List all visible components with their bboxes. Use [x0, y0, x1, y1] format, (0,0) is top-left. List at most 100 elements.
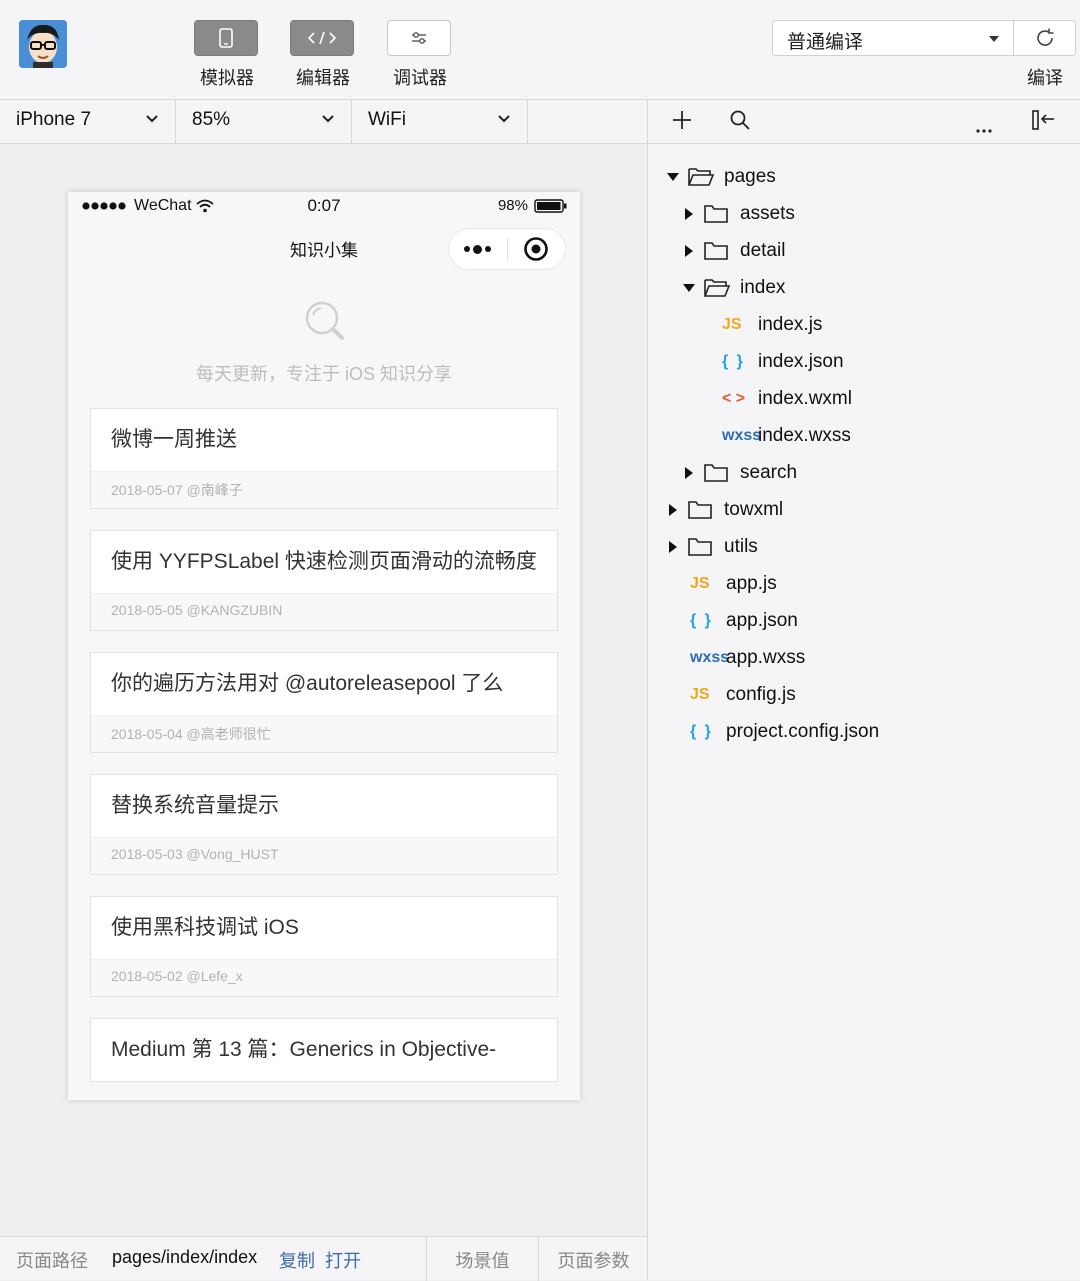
top-toolbar: 模拟器 编辑器 调试器 普通编译 编译 [0, 0, 1080, 100]
article-title: 使用黑科技调试 iOS [111, 916, 299, 939]
article-card[interactable]: 使用 YYFPSLabel 快速检测页面滑动的流畅度 2018-05-05 @K… [90, 530, 558, 631]
caret-down-icon [989, 36, 999, 42]
caret-right-icon [682, 467, 696, 479]
tree-file-index-wxml[interactable]: < > index.wxml [722, 381, 852, 417]
more-icon[interactable] [976, 120, 992, 138]
article-card[interactable]: 替换系统音量提示 2018-05-03 @Vong_HUST [90, 774, 558, 875]
tree-label: config.js [726, 684, 796, 705]
folder-icon [688, 537, 716, 557]
page-path-bar: 页面路径 pages/index/index 复制 打开 场景值 页面参数 [0, 1236, 648, 1281]
device-select[interactable]: iPhone 7 [0, 100, 176, 144]
article-title: 替换系统音量提示 [111, 794, 279, 817]
network-select[interactable]: WiFi [352, 100, 528, 144]
tree-folder-pages[interactable]: pages [666, 159, 776, 195]
tree-file-index-json[interactable]: { } index.json [722, 344, 844, 380]
page-params-button[interactable]: 页面参数 [538, 1237, 648, 1281]
tree-label: utils [724, 536, 758, 557]
article-card[interactable]: Medium 第 13 篇：Generics in Objective- [90, 1018, 558, 1082]
folder-icon [704, 241, 732, 261]
article-title: 使用 YYFPSLabel 快速检测页面滑动的流畅度 [111, 550, 537, 573]
tree-file-index-js[interactable]: JS index.js [722, 307, 822, 343]
tree-file-config-js[interactable]: JS config.js [690, 677, 796, 713]
tree-file-index-wxss[interactable]: wxss index.wxss [722, 418, 851, 454]
add-file-icon[interactable] [672, 110, 692, 135]
page-path-value: pages/index/index [112, 1247, 258, 1267]
caret-right-icon [666, 504, 680, 516]
compile-label: 编译 [1027, 68, 1063, 88]
editor-tool[interactable]: 编辑器 [290, 20, 356, 90]
file-panel-toolbar [648, 100, 1080, 144]
chevron-down-icon [322, 115, 334, 123]
js-file-icon: JS [690, 686, 710, 703]
tree-folder-search[interactable]: search [682, 455, 797, 491]
article-title: Medium 第 13 篇：Generics in Objective- [111, 1038, 497, 1061]
collapse-panel-icon[interactable] [1032, 110, 1056, 135]
article-card[interactable]: 你的遍历方法用对 @autoreleasepool 了么 2018-05-04 … [90, 652, 558, 753]
tree-file-app-wxss[interactable]: wxss app.wxss [690, 640, 805, 676]
user-avatar[interactable] [19, 20, 67, 68]
device-value: iPhone 7 [16, 109, 92, 130]
simulator-button[interactable] [194, 20, 258, 56]
caret-right-icon [666, 541, 680, 553]
copy-link[interactable]: 复制 [279, 1247, 315, 1273]
folder-icon [704, 463, 732, 483]
tagline: 每天更新，专注于 iOS 知识分享 [195, 364, 452, 384]
tree-label: app.json [726, 610, 798, 631]
article-card[interactable]: 使用黑科技调试 iOS 2018-05-02 @Lefe_x [90, 896, 558, 997]
tree-label: detail [740, 240, 786, 261]
compile-button[interactable] [1014, 20, 1076, 56]
open-link[interactable]: 打开 [325, 1247, 361, 1273]
compile-mode-select[interactable]: 普通编译 [772, 20, 1014, 56]
simulator-tool[interactable]: 模拟器 [194, 20, 260, 90]
search-icon[interactable] [304, 300, 348, 349]
json-file-icon: { } [690, 612, 713, 629]
status-right: 98% [498, 197, 568, 214]
tree-label: search [740, 462, 798, 483]
tree-label: app.wxss [726, 647, 806, 668]
tree-label: index [740, 277, 786, 298]
tree-label: towxml [724, 499, 784, 520]
network-value: WiFi [368, 109, 406, 130]
phone-screen: WeChat 0:07 98% 知识小集 每天更新，专注于 iOS 知识分享 微… [68, 192, 580, 1100]
tree-file-app-js[interactable]: JS app.js [690, 566, 777, 602]
folder-open-icon [704, 278, 732, 298]
article-meta: 2018-05-02 @Lefe_x [91, 959, 557, 996]
json-file-icon: { } [690, 723, 713, 740]
tree-label: index.json [758, 351, 844, 372]
tree-label: pages [724, 166, 776, 187]
close-target-icon[interactable] [507, 236, 565, 262]
zoom-select[interactable]: 85% [176, 100, 352, 144]
simulator-area: WeChat 0:07 98% 知识小集 每天更新，专注于 iOS 知识分享 微… [0, 144, 648, 1236]
caret-down-icon [666, 173, 680, 181]
zoom-value: 85% [192, 109, 231, 130]
tree-label: project.config.json [726, 721, 880, 742]
tree-folder-utils[interactable]: utils [666, 529, 758, 565]
tree-folder-towxml[interactable]: towxml [666, 492, 783, 528]
chevron-down-icon [498, 115, 510, 123]
avatar-illustration [19, 20, 67, 68]
mini-program-capsule [448, 228, 566, 270]
tree-file-project-config-json[interactable]: { } project.config.json [690, 714, 879, 750]
empty-option-slot [528, 100, 648, 144]
tree-folder-assets[interactable]: assets [682, 196, 795, 232]
editor-button[interactable] [290, 20, 354, 56]
folder-open-icon [688, 167, 716, 187]
debugger-tool[interactable]: 调试器 [387, 20, 453, 90]
article-meta: 2018-05-07 @南峰子 [91, 471, 557, 508]
refresh-icon [1036, 28, 1053, 46]
chevron-down-icon [146, 115, 158, 123]
debugger-button[interactable] [387, 20, 451, 56]
article-title: 你的遍历方法用对 @autoreleasepool 了么 [111, 672, 504, 695]
scene-button[interactable]: 场景值 [426, 1237, 538, 1281]
simulator-options-bar: iPhone 7 85% WiFi [0, 100, 648, 144]
more-icon[interactable] [449, 244, 507, 254]
file-tree: pages assets detail index JS index.js { … [648, 144, 1080, 1280]
tree-folder-index[interactable]: index [682, 270, 785, 306]
article-meta: 2018-05-04 @高老师很忙 [91, 715, 557, 752]
search-icon[interactable] [730, 110, 750, 135]
tree-folder-detail[interactable]: detail [682, 233, 785, 269]
folder-icon [704, 204, 732, 224]
tree-label: index.wxss [758, 425, 851, 446]
article-card[interactable]: 微博一周推送 2018-05-07 @南峰子 [90, 408, 558, 509]
tree-file-app-json[interactable]: { } app.json [690, 603, 798, 639]
